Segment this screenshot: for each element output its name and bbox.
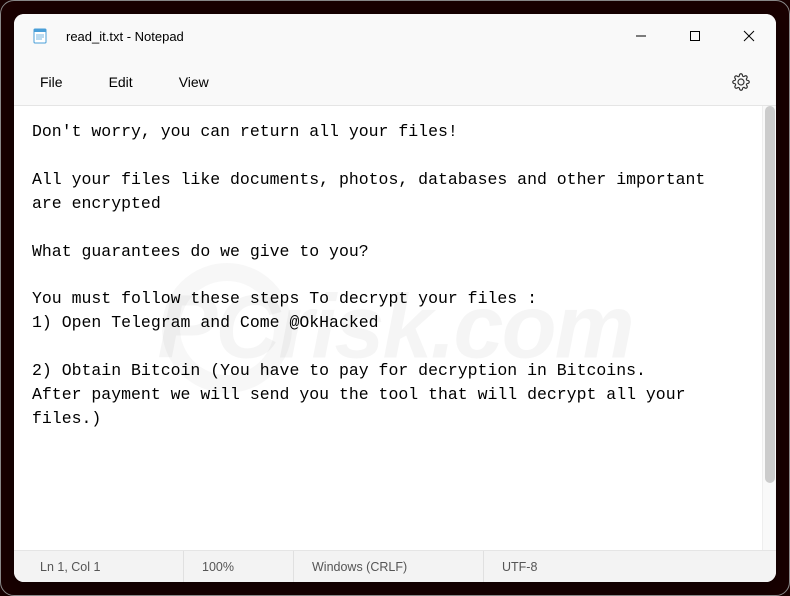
status-zoom: 100% — [184, 551, 294, 582]
gear-icon — [732, 73, 750, 91]
close-button[interactable] — [722, 14, 776, 58]
vertical-scrollbar[interactable] — [762, 106, 776, 550]
status-line-ending: Windows (CRLF) — [294, 551, 484, 582]
statusbar: Ln 1, Col 1 100% Windows (CRLF) UTF-8 — [14, 550, 776, 582]
menubar: File Edit View — [14, 58, 776, 106]
minimize-icon — [635, 30, 647, 42]
status-encoding: UTF-8 — [484, 551, 776, 582]
menu-file[interactable]: File — [24, 66, 79, 98]
status-position: Ln 1, Col 1 — [14, 551, 184, 582]
maximize-button[interactable] — [668, 14, 722, 58]
titlebar[interactable]: read_it.txt - Notepad — [14, 14, 776, 58]
window-title: read_it.txt - Notepad — [66, 29, 614, 44]
window-controls — [614, 14, 776, 58]
menu-edit[interactable]: Edit — [93, 66, 149, 98]
menu-view[interactable]: View — [163, 66, 225, 98]
scrollbar-thumb[interactable] — [765, 106, 775, 483]
text-editor[interactable]: Don't worry, you can return all your fil… — [14, 106, 762, 550]
settings-button[interactable] — [724, 65, 758, 99]
notepad-app-icon — [32, 28, 48, 44]
content-area: PCrisk.com Don't worry, you can return a… — [14, 106, 776, 550]
minimize-button[interactable] — [614, 14, 668, 58]
notepad-window: read_it.txt - Notepad File Edit — [14, 14, 776, 582]
close-icon — [743, 30, 755, 42]
maximize-icon — [689, 30, 701, 42]
